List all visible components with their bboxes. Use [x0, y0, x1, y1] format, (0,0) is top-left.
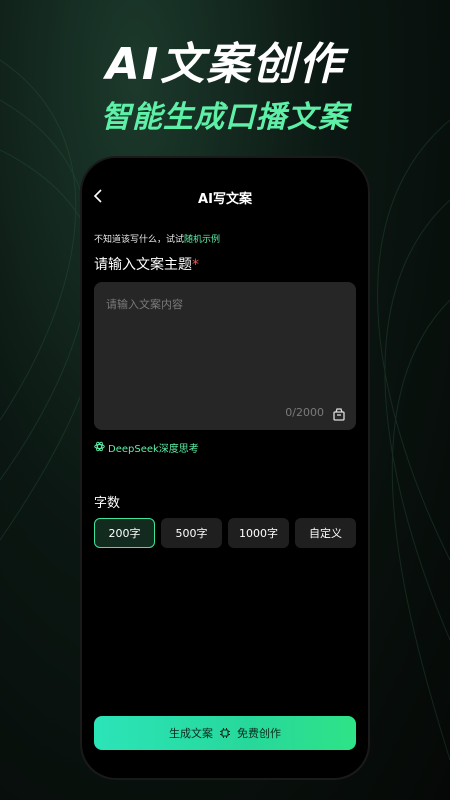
nav-bar: AI写文案 [82, 158, 368, 234]
free-create-label: 免费创作 [237, 727, 281, 740]
option-500[interactable]: 500字 [161, 518, 222, 548]
random-example-link[interactable]: 随机示例 [184, 235, 220, 245]
page-title: AI写文案 [198, 192, 252, 207]
topic-placeholder: 请输入文案内容 [106, 298, 183, 311]
option-1000[interactable]: 1000字 [228, 518, 289, 548]
topic-label: 请输入文案主题* [94, 254, 199, 274]
phone-screen: AI写文案 不知道该写什么，试试随机示例 请输入文案主题* 请输入文案内容 0/… [82, 158, 368, 778]
promo-subtitle: 智能生成口播文案 [101, 100, 349, 135]
topic-label-text: 请输入文案主题 [94, 257, 192, 273]
option-custom[interactable]: 自定义 [295, 518, 356, 548]
deepseek-toggle[interactable]: DeepSeek深度思考 [94, 440, 199, 455]
generate-label: 生成文案 [169, 727, 213, 740]
word-count-options: 200字 500字 1000字 自定义 [94, 518, 356, 548]
required-mark: * [192, 257, 199, 273]
word-count-label: 字数 [94, 496, 121, 511]
char-counter: 0/2000 [285, 406, 324, 419]
hint-text: 不知道该写什么，试试随机示例 [94, 232, 220, 245]
deepseek-label: DeepSeek深度思考 [108, 444, 199, 455]
option-200[interactable]: 200字 [94, 518, 155, 548]
topic-textarea[interactable]: 请输入文案内容 0/2000 [94, 282, 356, 430]
promo-title: AI文案创作 [105, 39, 345, 90]
chip-icon [219, 727, 231, 739]
atom-icon [94, 441, 105, 455]
generate-button[interactable]: 生成文案 免费创作 [94, 716, 356, 750]
hint-prefix: 不知道该写什么，试试 [94, 235, 185, 245]
trash-basket-icon[interactable] [332, 406, 346, 421]
